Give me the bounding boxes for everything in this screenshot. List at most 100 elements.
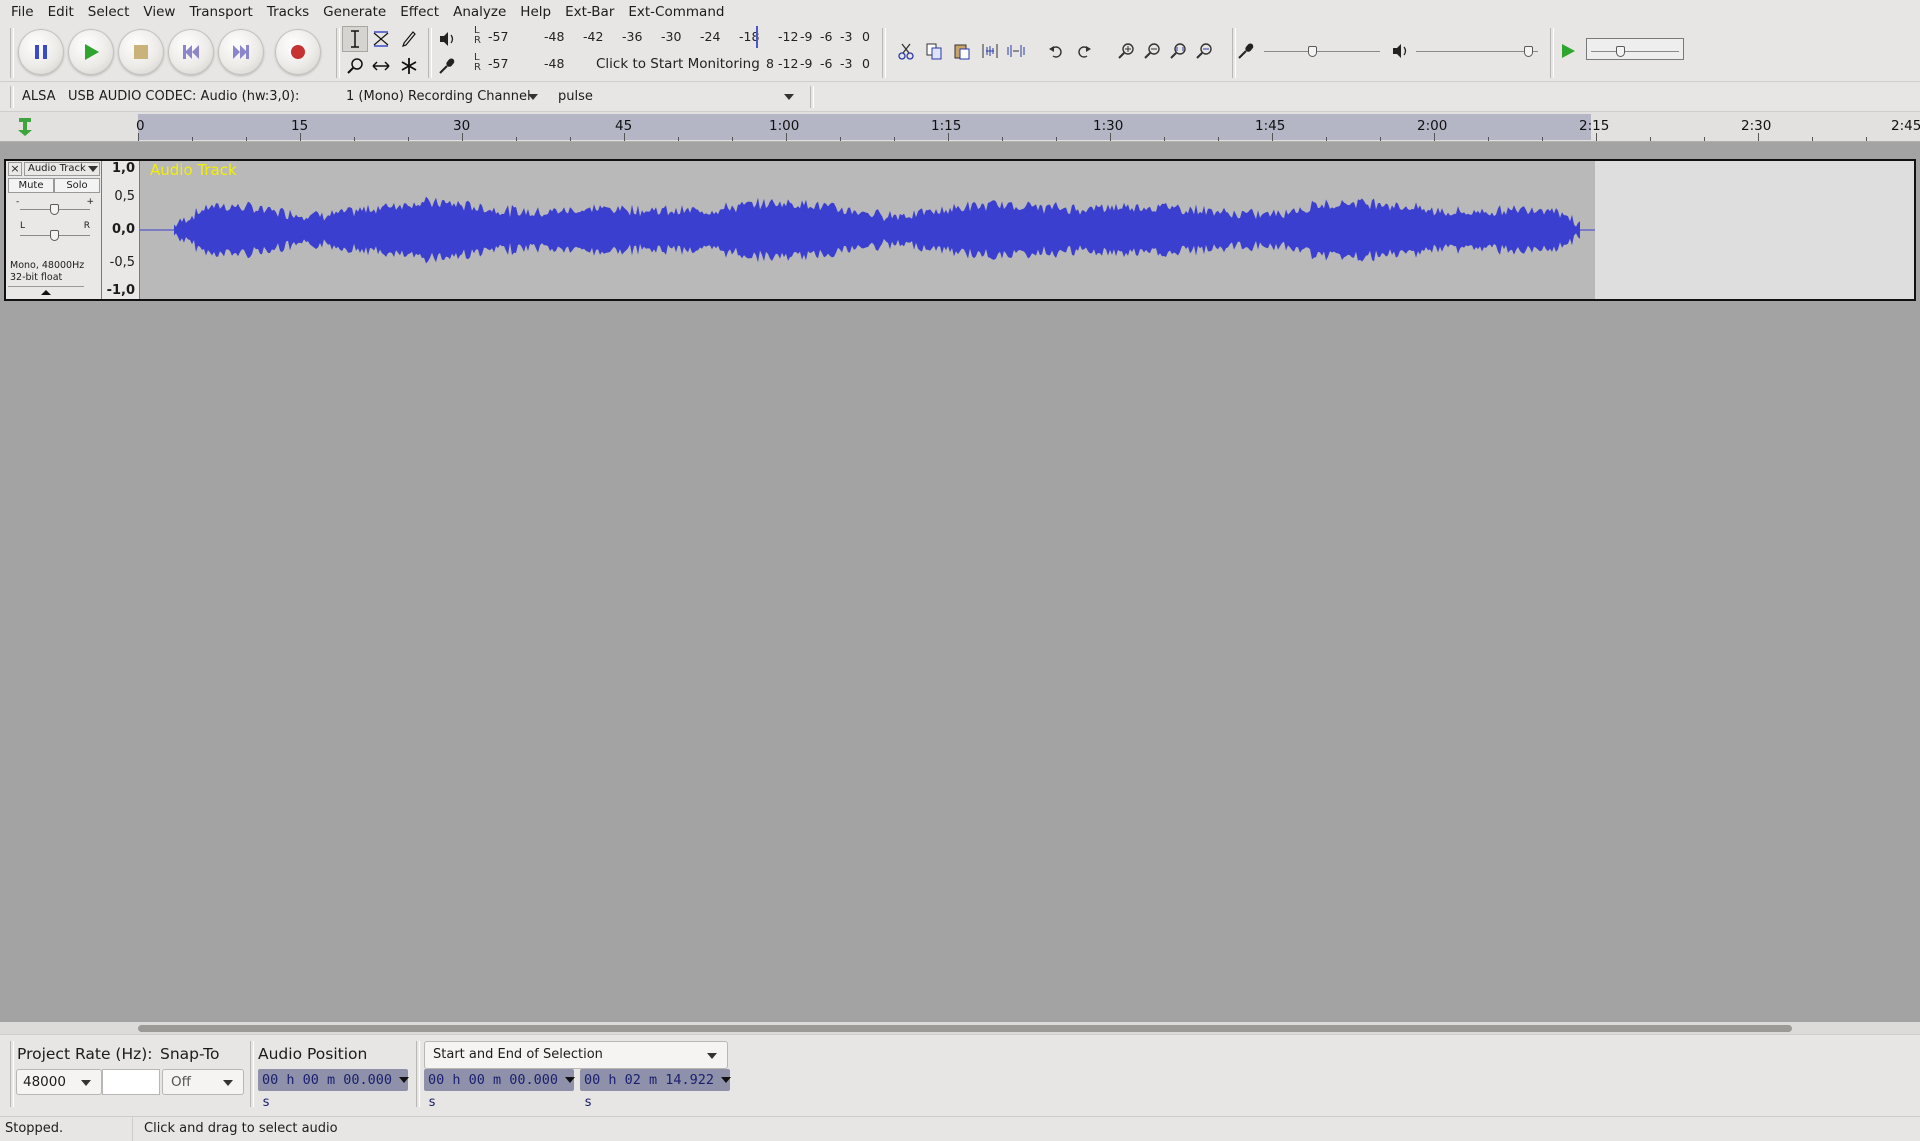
toolbar-grip[interactable] [250,1041,254,1107]
scrollbar-thumb[interactable] [138,1025,1792,1032]
timeline-ruler[interactable]: 0 15 30 45 1:00 1:15 1:30 1:45 2:00 2:15… [0,112,1920,142]
play-at-speed-button[interactable] [1556,39,1580,63]
timeline-tick [1704,137,1705,141]
play-button[interactable] [68,29,114,75]
envelope-tool[interactable] [368,26,394,52]
cut-button[interactable] [894,39,918,63]
menu-ext-command[interactable]: Ext-Command [621,0,731,24]
zoom-tool[interactable] [342,53,368,79]
menu-generate[interactable]: Generate [316,0,393,24]
selection-mode-select[interactable]: Start and End of Selection [424,1041,728,1069]
audio-position-value: 00 h 00 m 00.000 s [262,1072,393,1110]
menu-analyze[interactable]: Analyze [446,0,513,24]
toolbar-grip[interactable] [416,1041,420,1107]
toolbar-grip[interactable] [810,86,814,108]
collapse-track-button[interactable] [8,286,84,298]
zoom-selection-icon [1170,43,1186,59]
toolbar-grip[interactable] [336,28,340,78]
menu-help[interactable]: Help [513,0,558,24]
draw-tool[interactable] [396,26,422,52]
slider-thumb[interactable] [50,230,59,241]
i-beam-icon [351,30,359,48]
menu-transport[interactable]: Transport [182,0,259,24]
menu-effect[interactable]: Effect [393,0,446,24]
playback-device-select[interactable]: pulse [552,85,806,109]
paste-button[interactable] [950,39,974,63]
timeline-label: 2:00 [1417,118,1448,134]
chevron-down-icon [721,1077,731,1083]
project-rate-label: Project Rate (Hz): [17,1045,153,1063]
fit-project-button[interactable] [1192,39,1216,63]
recording-channels-select[interactable]: 1 (Mono) Recording Channel [340,85,550,109]
pan-slider[interactable]: L R [14,221,96,245]
trim-button[interactable] [978,39,1002,63]
recording-device-select[interactable]: USB AUDIO CODEC: Audio (hw:3,0): Line:0 [62,85,334,128]
skip-to-start-button[interactable] [168,29,214,75]
toolbar-grip[interactable] [10,1041,14,1107]
slider-thumb[interactable] [1308,46,1317,57]
pin-icon[interactable] [16,116,34,138]
chevron-up-icon [41,290,51,295]
playback-volume-slider[interactable] [1414,38,1540,60]
project-rate-select[interactable]: 48000 [16,1069,102,1095]
mute-button[interactable]: Mute [8,178,54,193]
silence-button[interactable] [1004,39,1028,63]
track-bit-depth: 32-bit float [10,272,63,283]
track-panel[interactable]: × Audio Track Mute Solo - + L R Mono, 48… [0,142,1920,1022]
toolbar-grip[interactable] [428,28,432,78]
selection-start-field[interactable]: 00 h 00 m 00.000 s [424,1069,575,1110]
zoom-in-button[interactable] [1114,39,1138,63]
menu-ext-bar[interactable]: Ext-Bar [558,0,621,24]
gain-slider[interactable]: - + [14,197,96,219]
record-meter-button[interactable] [434,53,460,79]
audio-track[interactable]: × Audio Track Mute Solo - + L R Mono, 48… [4,159,1916,301]
audio-position-field[interactable]: 00 h 00 m 00.000 s [258,1069,409,1110]
menu-file[interactable]: File [4,0,41,24]
waveform-area[interactable]: Audio Track [140,161,1914,299]
selection-tool[interactable] [342,26,368,52]
recording-volume-slider[interactable] [1262,38,1382,60]
slider-thumb[interactable] [1616,46,1625,57]
undo-button[interactable] [1044,39,1068,63]
record-button[interactable] [275,29,321,75]
redo-button[interactable] [1072,39,1096,63]
pause-button[interactable] [18,29,64,75]
menu-view[interactable]: View [136,0,182,24]
track-menu-button[interactable]: Audio Track [24,162,100,176]
stop-button[interactable] [118,29,164,75]
snap-to-select[interactable]: Off [162,1069,244,1095]
playback-device-value: pulse [558,89,593,104]
slider-thumb[interactable] [50,204,59,215]
clip-name[interactable]: Audio Track [150,161,237,179]
vertical-ruler[interactable]: 1,0 0,5 0,0 -0,5 -1,0 [102,161,140,299]
menu-edit[interactable]: Edit [41,0,81,24]
fit-selection-button[interactable] [1166,39,1190,63]
solo-button[interactable]: Solo [54,178,100,193]
copy-button[interactable] [922,39,946,63]
playback-meter-button[interactable] [434,26,460,52]
slider-thumb[interactable] [1524,46,1533,57]
time-shift-tool[interactable] [368,53,394,79]
horizontal-scrollbar[interactable] [0,1022,1920,1034]
playback-meter[interactable]: LR -57 -48 -42 -36 -30 -24 -18 -12 -9 -6… [474,26,876,50]
multi-tool[interactable] [396,53,422,79]
timeline-tick [138,133,139,141]
toolbar-grip[interactable] [1550,28,1554,78]
toolbar-grip[interactable] [10,28,14,78]
audio-host-select[interactable]: ALSA [16,85,62,109]
selection-start-value: 00 h 00 m 00.000 s [428,1072,559,1110]
toolbar-grip[interactable] [10,86,14,108]
menu-tracks[interactable]: Tracks [260,0,316,24]
menu-select[interactable]: Select [81,0,137,24]
close-track-button[interactable]: × [8,162,22,176]
toolbar-grip[interactable] [882,28,886,78]
meter-lr-labels: LR [474,52,481,73]
track-name: Audio Track [28,163,86,174]
timeline-tick [1056,137,1057,141]
selection-end-field[interactable]: 00 h 02 m 14.922 s [580,1069,731,1110]
record-meter[interactable]: LR -57 -48 Click to Start Monitoring 8 -… [474,53,876,77]
skip-to-end-button[interactable] [218,29,264,75]
zoom-out-button[interactable] [1140,39,1164,63]
rate-text-field[interactable] [102,1069,160,1095]
play-speed-slider[interactable] [1586,38,1684,60]
